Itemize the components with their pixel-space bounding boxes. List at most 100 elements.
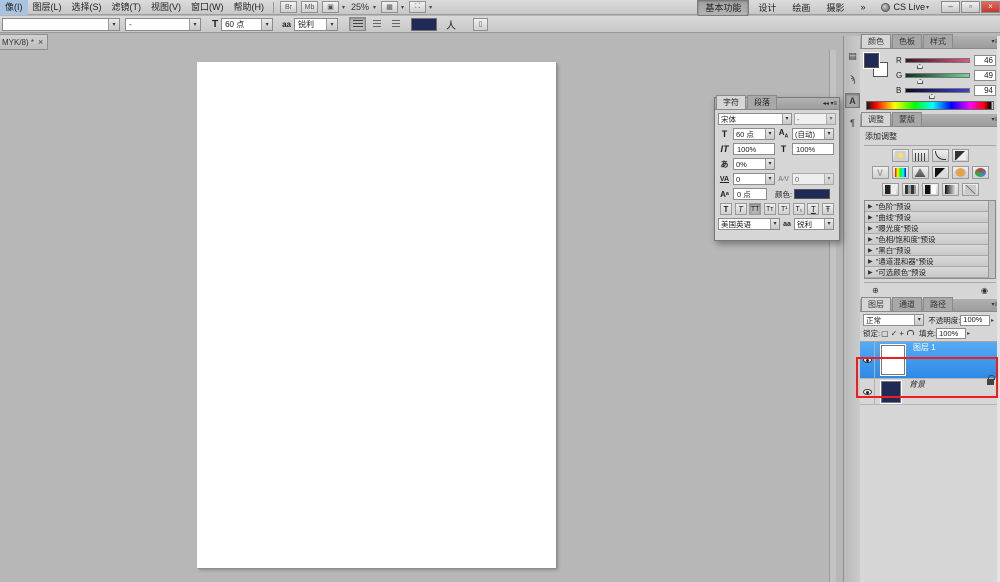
- workspace-painting[interactable]: 绘画: [785, 0, 817, 15]
- mini-bridge-icon[interactable]: Mb: [301, 1, 318, 13]
- toggle-panels-icon[interactable]: ▯: [473, 18, 488, 31]
- lock-position-icon[interactable]: +: [899, 329, 904, 338]
- cs-live-button[interactable]: CS Live ▾: [881, 2, 932, 12]
- chevron-down-icon[interactable]: ▾: [429, 4, 432, 11]
- lock-transparency-icon[interactable]: ▢: [881, 329, 889, 338]
- text-color-swatch[interactable]: [411, 18, 437, 31]
- document-canvas[interactable]: [197, 62, 556, 568]
- red-slider[interactable]: [905, 58, 970, 63]
- layer-row-background[interactable]: 背景: [860, 379, 1000, 405]
- visibility-toggle[interactable]: [860, 379, 875, 404]
- kerning-select[interactable]: 0 ▾: [792, 173, 834, 185]
- document-tab[interactable]: MYK/8) * ×: [0, 34, 48, 50]
- foreground-color-swatch[interactable]: [864, 53, 879, 68]
- horizontal-scale-input[interactable]: 100%: [792, 143, 834, 155]
- preset-channel-mixer[interactable]: ▶"通道混和器"预设: [865, 256, 995, 267]
- bridge-icon[interactable]: Br: [280, 1, 297, 13]
- chevron-right-icon[interactable]: ▶: [868, 203, 873, 210]
- selective-color-icon[interactable]: [962, 183, 979, 196]
- menu-view[interactable]: 视图(V): [146, 0, 186, 15]
- threshold-icon[interactable]: [922, 183, 939, 196]
- channel-mixer-icon[interactable]: [972, 166, 989, 179]
- tab-masks[interactable]: 蒙版: [892, 112, 922, 126]
- menu-window[interactable]: 窗口(W): [186, 0, 229, 15]
- black-white-icon[interactable]: [932, 166, 949, 179]
- character-panel-icon[interactable]: A: [845, 93, 860, 108]
- expanded-view-icon[interactable]: ◉: [981, 286, 988, 295]
- faux-bold-button[interactable]: T: [720, 203, 732, 215]
- underline-button[interactable]: T: [807, 203, 819, 215]
- workspace-more-chevron[interactable]: »: [853, 1, 872, 13]
- restore-button[interactable]: ▫: [961, 1, 980, 13]
- char-font-size-select[interactable]: 60 点 ▾: [733, 128, 775, 140]
- type-color-swatch[interactable]: [794, 189, 830, 199]
- red-slider-thumb[interactable]: [917, 64, 923, 69]
- workspace-photography[interactable]: 摄影: [819, 0, 851, 15]
- tab-channels[interactable]: 通道: [892, 297, 922, 311]
- chevron-right-icon[interactable]: ▶: [868, 236, 873, 243]
- workspace-essentials[interactable]: 基本功能: [697, 0, 749, 16]
- menu-select[interactable]: 选择(S): [67, 0, 107, 15]
- blue-slider[interactable]: [905, 88, 970, 93]
- align-left-button[interactable]: [349, 17, 366, 31]
- tab-paths[interactable]: 路径: [923, 297, 953, 311]
- close-icon[interactable]: ×: [38, 37, 43, 47]
- menu-image[interactable]: 像(I): [0, 0, 28, 15]
- brush-panel-icon[interactable]: ϡ: [845, 71, 860, 86]
- character-panel[interactable]: 字符 段落 ◂◂ ▾≡ 宋体 ▾ - ▾ T 60 点 ▾: [714, 97, 840, 241]
- small-caps-button[interactable]: Tт: [764, 203, 776, 215]
- canvas-area[interactable]: [0, 50, 836, 582]
- preset-hue-saturation[interactable]: ▶"色相/饱和度"预设: [865, 234, 995, 245]
- brightness-contrast-icon[interactable]: [892, 149, 909, 162]
- histogram-panel-icon[interactable]: ▤: [845, 49, 860, 64]
- presets-scrollbar[interactable]: [988, 201, 995, 278]
- char-anti-alias-select[interactable]: 锐利 ▾: [794, 218, 834, 230]
- zoom-level[interactable]: 25%: [348, 2, 372, 12]
- chevron-down-icon[interactable]: ▸: [967, 330, 970, 337]
- layer-thumbnail[interactable]: [881, 345, 905, 375]
- minimize-button[interactable]: –: [941, 1, 960, 13]
- tab-character[interactable]: 字符: [716, 95, 746, 109]
- chevron-right-icon[interactable]: ▶: [868, 214, 873, 221]
- chevron-right-icon[interactable]: ▶: [868, 269, 873, 276]
- layer-name[interactable]: 背景: [909, 379, 925, 404]
- language-select[interactable]: 美国英语 ▾: [718, 218, 780, 230]
- visibility-toggle[interactable]: [860, 342, 875, 378]
- chevron-right-icon[interactable]: ▶: [868, 258, 873, 265]
- panel-menu-icon[interactable]: ◂◂ ▾≡: [823, 100, 837, 107]
- tab-paragraph[interactable]: 段落: [747, 95, 777, 109]
- green-value-input[interactable]: 49: [974, 70, 996, 81]
- gradient-map-icon[interactable]: [942, 183, 959, 196]
- tab-color[interactable]: 颜色: [861, 34, 891, 48]
- close-button[interactable]: ×: [981, 1, 1000, 13]
- anti-alias-select[interactable]: 锐利 ▾: [294, 18, 338, 31]
- view-extras-icon[interactable]: ▣: [322, 1, 339, 13]
- faux-italic-button[interactable]: T: [735, 203, 747, 215]
- lock-pixels-icon[interactable]: ✓: [891, 329, 898, 338]
- font-style-select[interactable]: - ▾: [125, 18, 201, 31]
- red-value-input[interactable]: 46: [974, 55, 996, 66]
- green-slider-thumb[interactable]: [917, 79, 923, 84]
- posterize-icon[interactable]: [902, 183, 919, 196]
- opacity-input[interactable]: 100%: [960, 315, 990, 326]
- tab-swatches[interactable]: 色板: [892, 34, 922, 48]
- warp-text-icon[interactable]: 人: [446, 17, 456, 32]
- layer-name[interactable]: 图层 1: [913, 342, 936, 378]
- leading-select[interactable]: (自动) ▾: [792, 128, 834, 140]
- chevron-down-icon[interactable]: ▾: [342, 4, 345, 11]
- chevron-right-icon[interactable]: ▶: [868, 225, 873, 232]
- photo-filter-icon[interactable]: [952, 166, 969, 179]
- align-center-button[interactable]: [368, 17, 385, 31]
- vertical-scale-input[interactable]: 100%: [733, 143, 775, 155]
- fill-input[interactable]: 100%: [936, 328, 966, 339]
- blue-value-input[interactable]: 94: [974, 85, 996, 96]
- chevron-down-icon[interactable]: ▾: [373, 4, 376, 11]
- layer-thumbnail[interactable]: [881, 381, 901, 403]
- chevron-right-icon[interactable]: ▶: [868, 247, 873, 254]
- preset-selective-color[interactable]: ▶"可选颜色"预设: [865, 267, 995, 278]
- char-font-family-select[interactable]: 宋体 ▾: [718, 113, 792, 125]
- tracking-select[interactable]: 0 ▾: [733, 173, 775, 185]
- proportional-spacing-select[interactable]: 0% ▾: [733, 158, 775, 170]
- tab-layers[interactable]: 图层: [861, 297, 891, 311]
- vibrance-icon[interactable]: V: [872, 166, 889, 179]
